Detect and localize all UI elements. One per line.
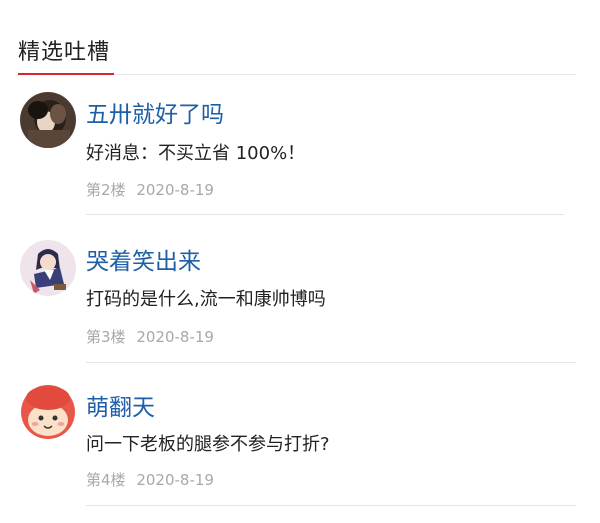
comment-content: 好消息：不买立省 100%！ — [86, 143, 306, 164]
comment-meta: 第4楼 2020-8-19 — [86, 470, 214, 490]
section-title-underline — [18, 73, 114, 75]
comment-username[interactable]: 萌翻天 — [86, 393, 155, 423]
section-title: 精选吐槽 — [18, 40, 111, 65]
comment-content: 问一下老板的腿参不参与打折? — [86, 434, 330, 455]
comment-floor: 第4楼 — [86, 471, 126, 489]
section-header: 精选吐槽 — [18, 34, 576, 75]
avatar-dark-photo-icon[interactable] — [20, 92, 76, 148]
comment-username[interactable]: 五卅就好了吗 — [86, 100, 224, 130]
comment-divider — [86, 362, 576, 363]
comment-divider — [86, 214, 564, 215]
comment-meta: 第3楼 2020-8-19 — [86, 327, 214, 347]
comment-floor: 第3楼 — [86, 328, 126, 346]
comment-content: 打码的是什么,流一和康帅博吗 — [86, 289, 326, 310]
comment-date: 2020-8-19 — [136, 181, 214, 199]
comment-divider — [86, 505, 576, 506]
comment-floor: 第2楼 — [86, 181, 126, 199]
comment-meta: 第2楼 2020-8-19 — [86, 180, 214, 200]
comment-username[interactable]: 哭着笑出来 — [86, 247, 201, 277]
comment-date: 2020-8-19 — [136, 328, 214, 346]
avatar-cartoon-red-hat-icon[interactable] — [20, 384, 76, 440]
avatar-anime-girl-icon[interactable] — [20, 240, 76, 296]
comment-date: 2020-8-19 — [136, 471, 214, 489]
